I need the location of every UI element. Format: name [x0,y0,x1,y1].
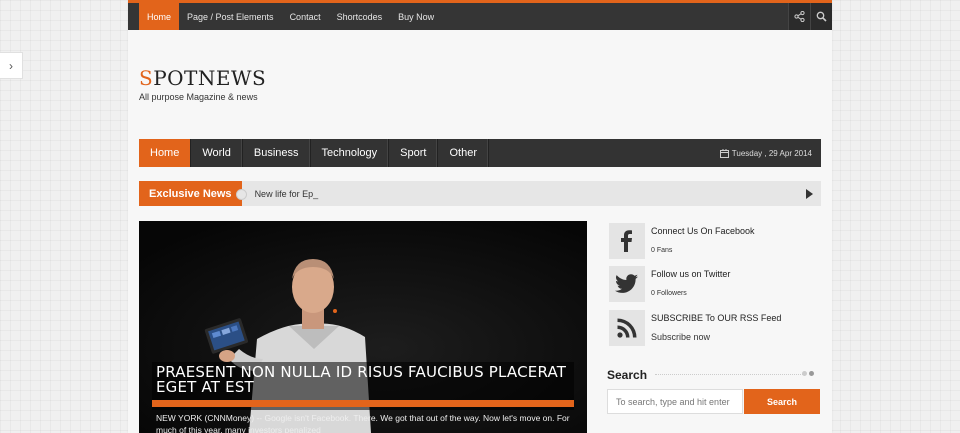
main-nav-world[interactable]: World [191,139,243,167]
side-panel-toggle[interactable]: › [0,52,23,79]
social-twitter[interactable]: Follow us on Twitter 0 Followers [609,266,821,302]
top-nav-home[interactable]: Home [139,3,180,30]
site-logo[interactable]: SPOTNEWS [139,66,266,90]
search-input[interactable] [607,389,743,414]
search-widget-title: Search [607,368,648,382]
social-count: 0 Followers [651,290,687,297]
share-icon[interactable] [788,3,810,30]
logo-text: POTNEWS [153,66,267,90]
calendar-icon [719,148,729,158]
news-ticker: Exclusive News New life for Ep_ [139,181,821,206]
main-nav: Home World Business Technology Sport Oth… [139,139,821,167]
twitter-icon [609,266,645,302]
social-title: Connect Us On Facebook [651,226,755,236]
top-nav-page-post-elements[interactable]: Page / Post Elements [179,3,282,30]
search-widget-dots [802,371,814,376]
site-tagline: All purpose Magazine & news [139,92,258,102]
top-bar-tools [788,3,832,30]
facebook-icon [609,223,645,259]
social-title: Follow us on Twitter [651,269,731,279]
top-nav-buy-now[interactable]: Buy Now [390,3,442,30]
chevron-right-icon: › [9,58,13,73]
featured-excerpt: NEW YORK (CNNMoney) -- Google isn't Face… [156,413,570,433]
featured-headline: PRAESENT NON NULLA ID RISUS FAUCIBUS PLA… [156,363,567,396]
top-bar: Home Page / Post Elements Contact Shortc… [128,0,832,30]
top-nav-contact[interactable]: Contact [282,3,329,30]
featured-accent-bar [152,400,574,407]
social-rss[interactable]: SUBSCRIBE To OUR RSS Feed Subscribe now [609,310,821,346]
page-wrapper: Home Page / Post Elements Contact Shortc… [128,0,832,433]
logo-first-letter: S [139,66,154,90]
main-nav-technology[interactable]: Technology [311,139,390,167]
search-icon[interactable] [810,3,832,30]
current-date: Tuesday , 29 Apr 2014 [719,139,821,167]
ticker-headline[interactable]: New life for Ep_ [255,189,319,199]
top-nav-shortcodes[interactable]: Shortcodes [329,3,391,30]
main-nav-home[interactable]: Home [139,139,192,167]
main-nav-sport[interactable]: Sport [389,139,439,167]
main-nav-other[interactable]: Other [438,139,489,167]
search-divider [655,374,805,375]
rss-icon [609,310,645,346]
featured-post[interactable]: PRAESENT NON NULLA ID RISUS FAUCIBUS PLA… [139,221,587,433]
play-icon[interactable] [806,188,813,199]
social-title: SUBSCRIBE To OUR RSS Feed [651,313,782,323]
search-button[interactable]: Search [744,389,820,414]
social-subscribe-link[interactable]: Subscribe now [651,332,710,342]
ticker-label: Exclusive News [139,181,247,206]
date-text: Tuesday , 29 Apr 2014 [731,148,812,158]
social-count: 0 Fans [651,247,673,254]
main-nav-business[interactable]: Business [243,139,311,167]
social-facebook[interactable]: Connect Us On Facebook 0 Fans [609,223,821,259]
